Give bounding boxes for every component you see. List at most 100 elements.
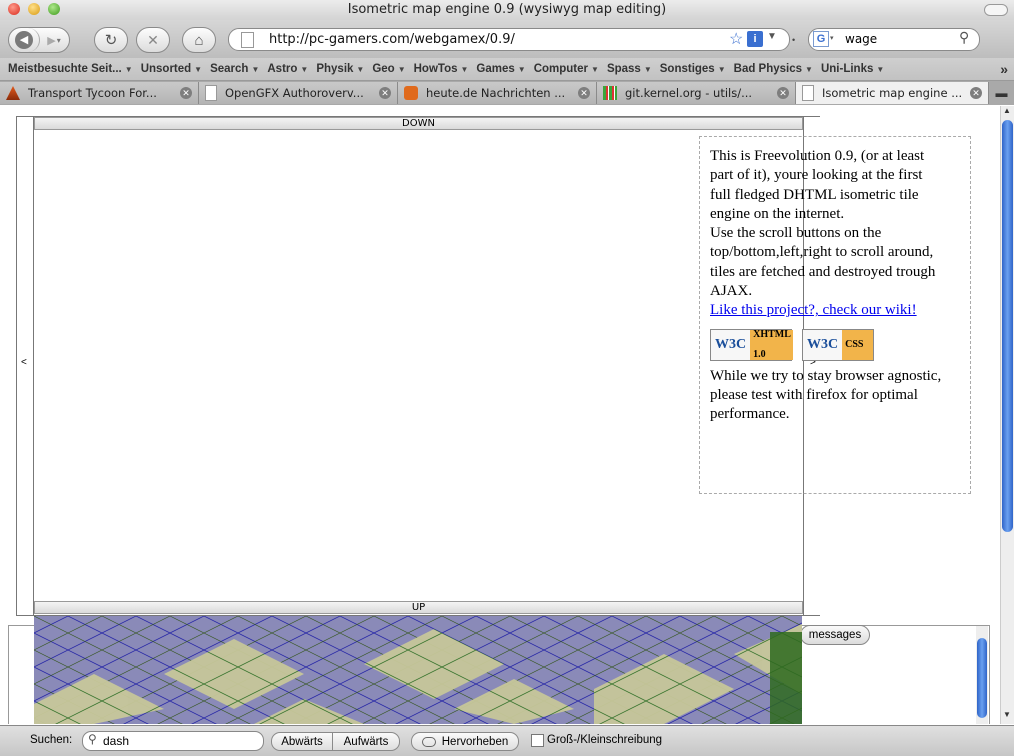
- messages-button[interactable]: messages: [800, 625, 870, 645]
- navigation-toolbar: ◀ ▶ ▾ ↻ ✕ ⌂ http://pc-gamers.com/webgame…: [0, 20, 1014, 58]
- close-tab-icon[interactable]: ✕: [180, 87, 192, 99]
- chevron-down-icon: ▼: [517, 65, 526, 74]
- scroll-left-bar[interactable]: <: [17, 117, 34, 615]
- url-dropdown-icon[interactable]: ▼: [767, 31, 777, 42]
- bookmark-folder[interactable]: Unsorted ▼: [133, 63, 202, 75]
- stop-icon: ✕: [147, 31, 159, 48]
- forward-button[interactable]: ▶ ▾: [40, 34, 68, 47]
- url-text: http://pc-gamers.com/webgamex/0.9/: [269, 32, 515, 47]
- tab-list-icon: ▬: [995, 86, 1008, 100]
- forest-tiles: [770, 632, 802, 724]
- chevron-down-icon: ▼: [460, 65, 469, 74]
- find-label: Suchen:: [30, 734, 73, 746]
- chevron-down-icon: ▼: [643, 65, 652, 74]
- bookmark-folder[interactable]: Spass ▼: [599, 63, 652, 75]
- forward-arrow-icon: ▶: [47, 34, 56, 47]
- tab-git-kernel[interactable]: git.kernel.org - utils/... ✕: [597, 82, 796, 104]
- chevron-down-icon: ▼: [194, 65, 203, 74]
- home-icon: ⌂: [194, 31, 204, 49]
- bookmark-folder[interactable]: Astro ▼: [259, 63, 308, 75]
- w3c-logo-icon: W3C: [715, 337, 747, 353]
- close-tab-icon[interactable]: ✕: [379, 87, 391, 99]
- history-dropdown-icon[interactable]: ▾: [57, 36, 61, 45]
- tab-transport-tycoon[interactable]: Transport Tycoon For... ✕: [0, 82, 199, 104]
- close-tab-icon[interactable]: ✕: [970, 87, 982, 99]
- xhtml-badge-label: XHTML 1.0: [750, 329, 794, 360]
- search-input[interactable]: wage: [845, 32, 877, 46]
- bookmark-folder[interactable]: Uni-Links ▼: [813, 63, 884, 75]
- chevron-down-icon: ▼: [876, 65, 885, 74]
- match-case-checkbox[interactable]: [531, 734, 544, 747]
- chevron-down-icon: ▼: [251, 65, 260, 74]
- find-input[interactable]: ⚲ dash: [82, 731, 264, 751]
- bookmark-folder[interactable]: Games ▼: [468, 63, 525, 75]
- scroll-left-arrow[interactable]: <: [21, 357, 27, 368]
- bookmark-folder[interactable]: HowTos ▼: [406, 63, 469, 75]
- scroll-up-arrow-icon[interactable]: ▲: [1003, 106, 1011, 115]
- find-next-button[interactable]: Aufwärts: [332, 732, 400, 751]
- scroll-down-arrow-icon[interactable]: ▼: [1003, 710, 1011, 719]
- transport-tycoon-favicon-icon: [6, 86, 20, 100]
- url-bar[interactable]: http://pc-gamers.com/webgamex/0.9/ ☆ i ▼: [228, 28, 790, 51]
- bookmark-folder[interactable]: Sonstiges ▼: [652, 63, 726, 75]
- lower-panel-scrollbar[interactable]: [976, 626, 988, 724]
- chevron-down-icon: ▼: [591, 65, 599, 74]
- tab-opengfx[interactable]: OpenGFX Authoroverv... ✕: [199, 82, 398, 104]
- home-button[interactable]: ⌂: [182, 27, 216, 53]
- close-tab-icon[interactable]: ✕: [578, 87, 590, 99]
- bookmark-star-icon[interactable]: ☆: [729, 29, 743, 49]
- back-forward-group: ◀ ▶ ▾: [8, 27, 70, 53]
- info-icon[interactable]: i: [747, 31, 763, 47]
- reload-button[interactable]: ↻: [94, 27, 128, 53]
- separator-dot: •: [792, 35, 796, 45]
- find-magnifier-icon: ⚲: [88, 732, 97, 746]
- find-previous-button[interactable]: Abwärts: [271, 732, 333, 751]
- stop-button[interactable]: ✕: [136, 27, 170, 53]
- tab-bar: Transport Tycoon For... ✕ OpenGFX Author…: [0, 81, 1014, 105]
- bookmark-folder[interactable]: Computer ▼: [526, 63, 599, 75]
- highlight-icon: [421, 736, 436, 747]
- chevron-down-icon: ▼: [124, 65, 133, 74]
- bookmark-folder[interactable]: Meistbesuchte Seit... ▼: [0, 63, 133, 75]
- page-vertical-scrollbar[interactable]: ▲ ▼: [1000, 106, 1014, 724]
- highlight-button[interactable]: Hervorheben: [411, 732, 519, 751]
- page-icon: [205, 85, 217, 101]
- search-magnifier-icon[interactable]: ⚲: [959, 29, 969, 46]
- page-icon: [802, 85, 814, 101]
- search-field[interactable]: G ▾ wage ⚲: [808, 28, 980, 51]
- tab-isometric[interactable]: Isometric map engine ... ✕: [796, 82, 989, 104]
- chevron-down-icon: ▼: [300, 65, 309, 74]
- search-engine-icon[interactable]: G: [813, 31, 829, 47]
- toolbar-toggle-button[interactable]: [984, 4, 1008, 16]
- window-titlebar: Isometric map engine 0.9 (wysiwyg map ed…: [0, 0, 1014, 20]
- back-button[interactable]: ◀: [9, 28, 40, 52]
- info-box: This is Freevolution 0.9, (or at least p…: [699, 136, 971, 494]
- bookmark-folder[interactable]: Search ▼: [202, 63, 259, 75]
- find-input-value: dash: [103, 734, 130, 748]
- w3c-xhtml-badge[interactable]: W3C XHTML 1.0: [710, 328, 794, 361]
- wiki-link[interactable]: Like this project?, check our wiki!: [710, 302, 917, 318]
- bookmark-folder[interactable]: Physik ▼: [308, 63, 364, 75]
- reload-icon: ↻: [104, 32, 118, 49]
- w3c-logo-icon: W3C: [807, 337, 839, 353]
- bookmarks-overflow-button[interactable]: »: [992, 61, 1014, 77]
- scroll-down-button[interactable]: DOWN: [34, 117, 803, 130]
- scroll-up-button[interactable]: UP: [34, 601, 803, 614]
- tab-heute[interactable]: heute.de Nachrichten ... ✕: [398, 82, 597, 104]
- search-engine-dropdown-icon[interactable]: ▾: [830, 34, 834, 42]
- chevron-down-icon: ▼: [397, 65, 406, 74]
- bookmark-folder[interactable]: Geo ▼: [364, 63, 405, 75]
- bookmark-folder[interactable]: Bad Physics ▼: [726, 63, 813, 75]
- chevron-down-icon: ▼: [805, 65, 813, 74]
- window-title: Isometric map engine 0.9 (wysiwyg map ed…: [347, 2, 667, 17]
- back-arrow-icon: ◀: [15, 31, 33, 49]
- bookmarks-toolbar: Meistbesuchte Seit... ▼ Unsorted ▼ Search ▼…: [0, 58, 1014, 81]
- match-case-label: Groß-/Kleinschreibung: [547, 734, 663, 746]
- find-bar: Suchen: ⚲ dash Abwärts Aufwärts Hervorhe…: [0, 725, 1014, 756]
- zdf-favicon-icon: [404, 86, 418, 100]
- close-tab-icon[interactable]: ✕: [777, 87, 789, 99]
- chevron-down-icon: ▼: [717, 65, 726, 74]
- w3c-css-badge[interactable]: W3C CSS: [802, 328, 874, 361]
- tab-list-button[interactable]: ▬: [989, 81, 1014, 105]
- page-scroll-thumb[interactable]: [1002, 120, 1013, 532]
